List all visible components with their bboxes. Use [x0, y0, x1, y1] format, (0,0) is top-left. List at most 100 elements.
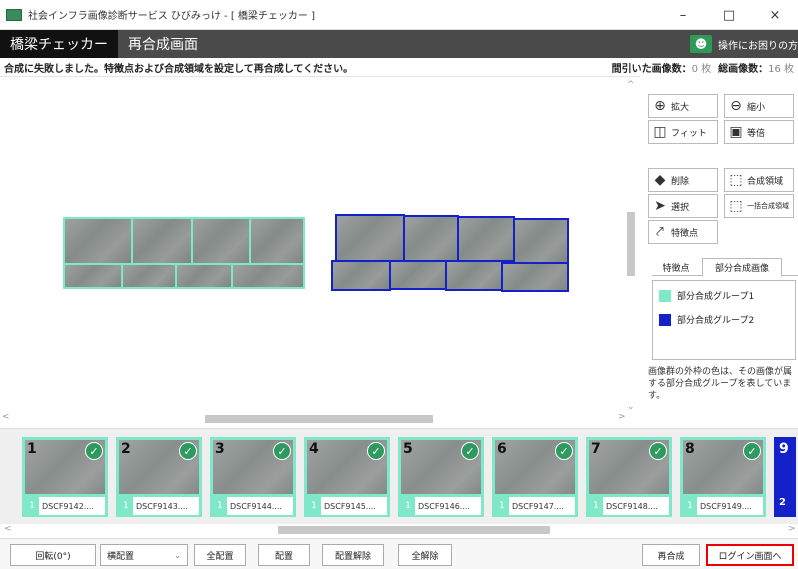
canvas-image-tile[interactable]: [191, 217, 251, 265]
canvas-image-tile[interactable]: [389, 260, 447, 290]
canvas-image-tile[interactable]: [501, 262, 569, 292]
thumbnail-card[interactable]: 9 2: [774, 437, 796, 517]
partial-region-button[interactable]: ⬚ 一括合成領域: [724, 194, 794, 218]
canvas-image-tile[interactable]: [131, 217, 193, 265]
select-button[interactable]: ➤ 選択: [648, 194, 718, 218]
status-bar: 合成に失敗しました。特徴点および合成領域を設定して再合成してください。 間引いた…: [0, 58, 798, 76]
maximize-button[interactable]: □: [706, 0, 752, 30]
composite-region-label: 合成領域: [747, 176, 784, 187]
canvas-image-tile[interactable]: [231, 263, 305, 289]
check-icon: ✓: [649, 442, 667, 460]
thumbnail-filename: DSCF9148....: [606, 501, 658, 511]
feature-point-icon: ⤤: [656, 224, 664, 240]
canvas-image-tile[interactable]: [457, 216, 515, 262]
screen-title: 再合成画面: [128, 37, 198, 53]
zoom-in-button[interactable]: ⊕ 拡大: [648, 94, 718, 118]
image-group-2[interactable]: [331, 214, 571, 294]
remove-all-button[interactable]: 全解除: [398, 544, 452, 566]
feature-point-label: 特徴点: [671, 228, 699, 239]
eraser-icon: ◆: [654, 172, 666, 188]
thumbnail-card[interactable]: 1 ✓ 1 DSCF9142....: [22, 437, 108, 517]
delete-label: 削除: [671, 176, 690, 187]
zoom-out-button[interactable]: ⊖ 縮小: [724, 94, 794, 118]
canvas-image-tile[interactable]: [121, 263, 177, 289]
group-legend-item[interactable]: 部分合成グループ2: [659, 313, 754, 326]
panel-tabs: 特徴点 部分合成画像: [652, 258, 798, 277]
tab-feature-points[interactable]: 特徴点: [652, 258, 700, 277]
zoom-in-icon: ⊕: [654, 98, 666, 114]
total-label: 総画像数：: [718, 63, 769, 75]
canvas-image-tile[interactable]: [249, 217, 305, 265]
recompose-button[interactable]: 再合成: [642, 544, 700, 566]
thumbnail-group: 1: [213, 497, 227, 515]
thumbnail-number: 9: [779, 441, 789, 457]
unlayout-button[interactable]: 配置解除: [322, 544, 384, 566]
thumbnail-filename: DSCF9143....: [136, 501, 188, 511]
canvas-image-tile[interactable]: [445, 260, 503, 291]
fit-icon: ◫: [653, 124, 667, 140]
minimize-button[interactable]: –: [660, 0, 706, 30]
canvas-horizontal-scrollbar[interactable]: < >: [0, 412, 640, 426]
thumbnail-group: 1: [401, 497, 415, 515]
login-screen-button[interactable]: ログイン画面へ: [706, 544, 794, 566]
horizontal-scroll-thumb[interactable]: [205, 415, 433, 423]
thumbnail-scroll-thumb[interactable]: [278, 526, 550, 534]
vertical-scroll-thumb[interactable]: [627, 212, 635, 276]
help-button[interactable]: ☻ 操作にお困りの方: [690, 30, 798, 58]
zoom-out-label: 縮小: [747, 102, 766, 113]
canvas-image-tile[interactable]: [175, 263, 233, 289]
check-icon: ✓: [273, 442, 291, 460]
image-counts: 間引いた画像数：0 枚 総画像数：16 枚: [612, 60, 794, 75]
delete-button[interactable]: ◆ 削除: [648, 168, 718, 192]
image-group-1[interactable]: [63, 217, 306, 289]
thumbnail-filename: DSCF9145....: [324, 501, 376, 511]
thumbnail-number: 1: [27, 441, 37, 457]
group1-label: 部分合成グループ1: [677, 292, 755, 302]
thumbnail-card[interactable]: 7 ✓ 1 DSCF9148....: [586, 437, 672, 517]
canvas-image-tile[interactable]: [403, 215, 459, 262]
layout-select[interactable]: 横配置 ⌄: [100, 544, 188, 566]
thumbnail-group: 1: [119, 497, 133, 515]
feature-point-button[interactable]: ⤤ 特徴点: [648, 220, 718, 244]
thumbnail-scrollbar[interactable]: < >: [0, 524, 798, 536]
composite-region-button[interactable]: ⬚ 合成領域: [724, 168, 794, 192]
thumbnail-filename: DSCF9144....: [230, 501, 282, 511]
layout-all-button[interactable]: 全配置: [194, 544, 246, 566]
canvas-image-tile[interactable]: [331, 260, 391, 291]
canvas-image-tile[interactable]: [513, 218, 569, 264]
thumb-scroll-left-arrow[interactable]: <: [4, 524, 12, 534]
thumbnail-card[interactable]: 8 ✓ 1 DSCF9149....: [680, 437, 766, 517]
thumbnail-card[interactable]: 6 ✓ 1 DSCF9147....: [492, 437, 578, 517]
select-label: 選択: [671, 202, 690, 213]
thumb-scroll-right-arrow[interactable]: >: [788, 524, 796, 534]
canvas-image-tile[interactable]: [335, 214, 405, 262]
thumbnail-number: 2: [121, 441, 131, 457]
thumbnail-card[interactable]: 2 ✓ 1 DSCF9143....: [116, 437, 202, 517]
fit-button[interactable]: ◫ フィット: [648, 120, 718, 144]
canvas-vertical-scrollbar[interactable]: ^ ⌄: [624, 80, 638, 414]
scroll-right-arrow[interactable]: >: [618, 412, 626, 422]
bottom-toolbar: 回転(0°) 横配置 ⌄ 全配置 配置 配置解除 全解除 再合成 ログイン画面へ: [0, 538, 798, 569]
scroll-left-arrow[interactable]: <: [2, 412, 10, 422]
thumbnail-number: 7: [591, 441, 601, 457]
thumbnail-card[interactable]: 3 ✓ 1 DSCF9144....: [210, 437, 296, 517]
scroll-down-arrow[interactable]: ⌄: [627, 402, 635, 412]
tab-partial-composite[interactable]: 部分合成画像: [702, 258, 782, 277]
thumbnail-card[interactable]: 5 ✓ 1 DSCF9146....: [398, 437, 484, 517]
canvas-image-tile[interactable]: [63, 263, 123, 289]
canvas-image-tile[interactable]: [63, 217, 133, 265]
actual-size-button[interactable]: ▣ 等倍: [724, 120, 794, 144]
thumbnail-card[interactable]: 4 ✓ 1 DSCF9145....: [304, 437, 390, 517]
composite-canvas[interactable]: [0, 76, 640, 416]
scroll-up-arrow[interactable]: ^: [627, 80, 635, 90]
layout-button[interactable]: 配置: [258, 544, 310, 566]
app-name: 橋梁チェッカー: [0, 30, 118, 58]
group-legend-item[interactable]: 部分合成グループ1: [659, 289, 754, 302]
fit-label: フィット: [671, 128, 707, 139]
thumbnail-number: 5: [403, 441, 413, 457]
close-button[interactable]: ×: [752, 0, 798, 30]
total-value: 16 枚: [768, 63, 794, 75]
actual-size-icon: ▣: [729, 124, 743, 140]
group2-swatch: [659, 313, 671, 326]
rotate-button[interactable]: 回転(0°): [10, 544, 96, 566]
